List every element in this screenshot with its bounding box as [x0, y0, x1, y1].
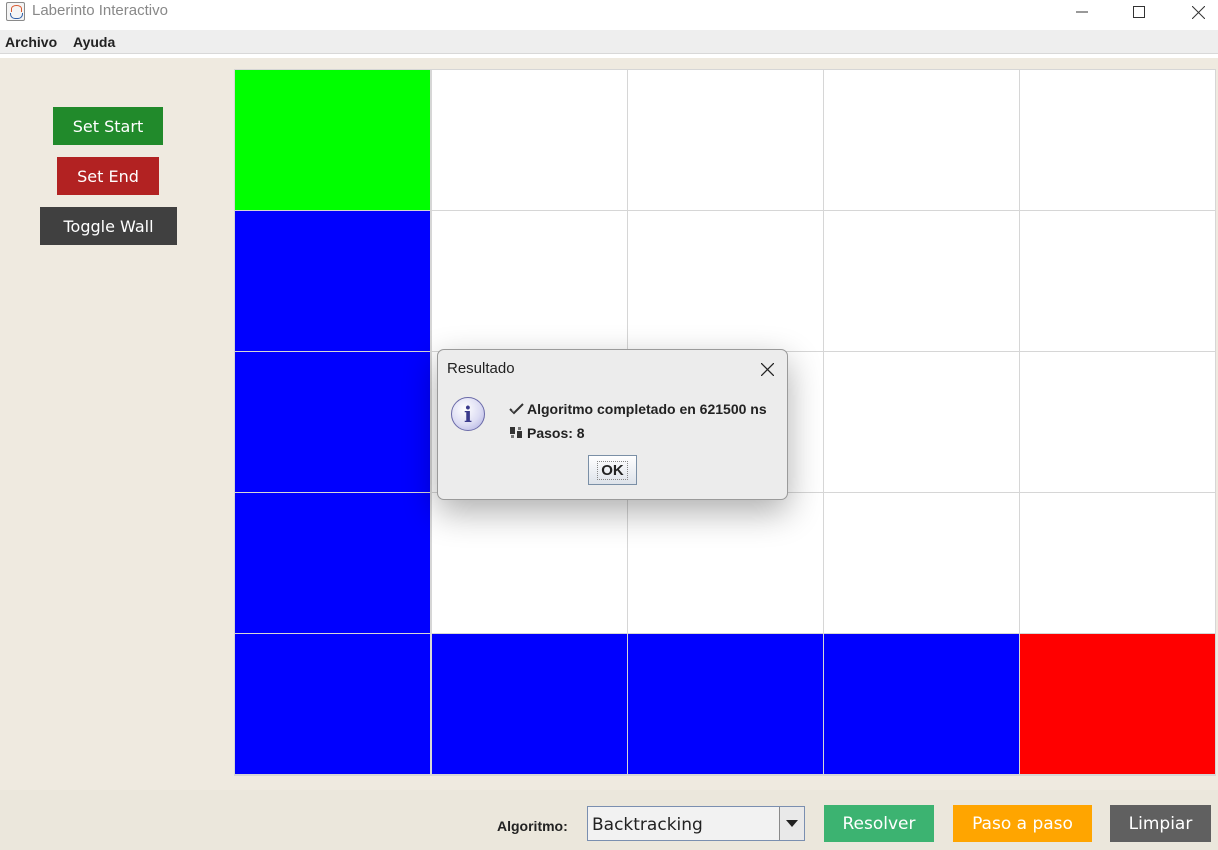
close-icon [1191, 5, 1205, 19]
set-start-button[interactable]: Set Start [53, 107, 163, 145]
maximize-button[interactable] [1116, 0, 1162, 24]
maze-cell-start[interactable] [235, 70, 430, 210]
result-steps-message: Pasos: 8 [508, 425, 585, 441]
minimize-button[interactable] [1059, 0, 1105, 24]
ok-button[interactable]: OK [588, 455, 637, 485]
ok-button-label: OK [597, 460, 628, 480]
maze-cell-empty[interactable] [1020, 211, 1215, 351]
close-button[interactable] [1175, 0, 1218, 24]
maze-cell-path[interactable] [432, 634, 627, 774]
menu-bar: Archivo Ayuda [0, 30, 1218, 54]
window-title: Laberinto Interactivo [32, 2, 168, 19]
maze-cell-empty[interactable] [1020, 493, 1215, 633]
maze-cell-empty[interactable] [824, 493, 1019, 633]
title-bar: Laberinto Interactivo [0, 0, 1218, 30]
menu-archivo[interactable]: Archivo [5, 34, 57, 50]
java-app-icon [6, 2, 25, 21]
maze-cell-path[interactable] [628, 634, 823, 774]
maze-cell-empty[interactable] [824, 352, 1019, 492]
maze-cell-path[interactable] [235, 493, 430, 633]
maze-cell-empty[interactable] [628, 493, 823, 633]
set-end-button[interactable]: Set End [57, 157, 159, 195]
dialog-close-button[interactable] [756, 358, 778, 380]
footprints-icon [508, 426, 524, 440]
maze-cell-empty[interactable] [432, 70, 627, 210]
dialog-title: Resultado [447, 360, 515, 377]
maze-cell-empty[interactable] [1020, 70, 1215, 210]
maze-cell-path[interactable] [824, 634, 1019, 774]
algorithm-selected-value: Backtracking [592, 815, 703, 835]
maze-cell-empty[interactable] [1020, 352, 1215, 492]
menu-ayuda[interactable]: Ayuda [73, 34, 115, 50]
tool-panel: Set Start Set End Toggle Wall [0, 58, 222, 790]
maze-cell-path[interactable] [235, 634, 430, 774]
limpiar-button[interactable]: Limpiar [1110, 805, 1211, 842]
algorithm-label: Algoritmo: [497, 818, 568, 834]
toggle-wall-button[interactable]: Toggle Wall [40, 207, 177, 245]
maze-cell-path[interactable] [235, 211, 430, 351]
dropdown-arrow-button[interactable] [779, 807, 804, 840]
maze-cell-empty[interactable] [628, 70, 823, 210]
result-time-message: Algoritmo completado en 621500 ns [508, 401, 767, 417]
chevron-down-icon [786, 820, 798, 827]
close-icon [760, 362, 774, 376]
maze-cell-empty[interactable] [432, 493, 627, 633]
paso-a-paso-button[interactable]: Paso a paso [953, 805, 1092, 842]
result-dialog: Resultado i Algoritmo completado en 6215… [437, 349, 788, 500]
maze-cell-empty[interactable] [824, 211, 1019, 351]
algorithm-select[interactable]: Backtracking [587, 806, 805, 841]
maximize-icon [1133, 6, 1145, 18]
result-time-text: Algoritmo completado en 621500 ns [527, 401, 767, 417]
maze-cell-empty[interactable] [824, 70, 1019, 210]
maze-cell-empty[interactable] [628, 211, 823, 351]
control-bar: Algoritmo: Backtracking Resolver Paso a … [0, 790, 1218, 850]
minimize-icon [1076, 11, 1088, 13]
info-icon: i [451, 397, 485, 431]
maze-cell-end[interactable] [1020, 634, 1215, 774]
result-steps-text: Pasos: 8 [527, 425, 585, 441]
maze-cell-path[interactable] [235, 352, 430, 492]
checkmark-icon [508, 403, 524, 415]
resolver-button[interactable]: Resolver [824, 805, 934, 842]
maze-cell-empty[interactable] [432, 211, 627, 351]
